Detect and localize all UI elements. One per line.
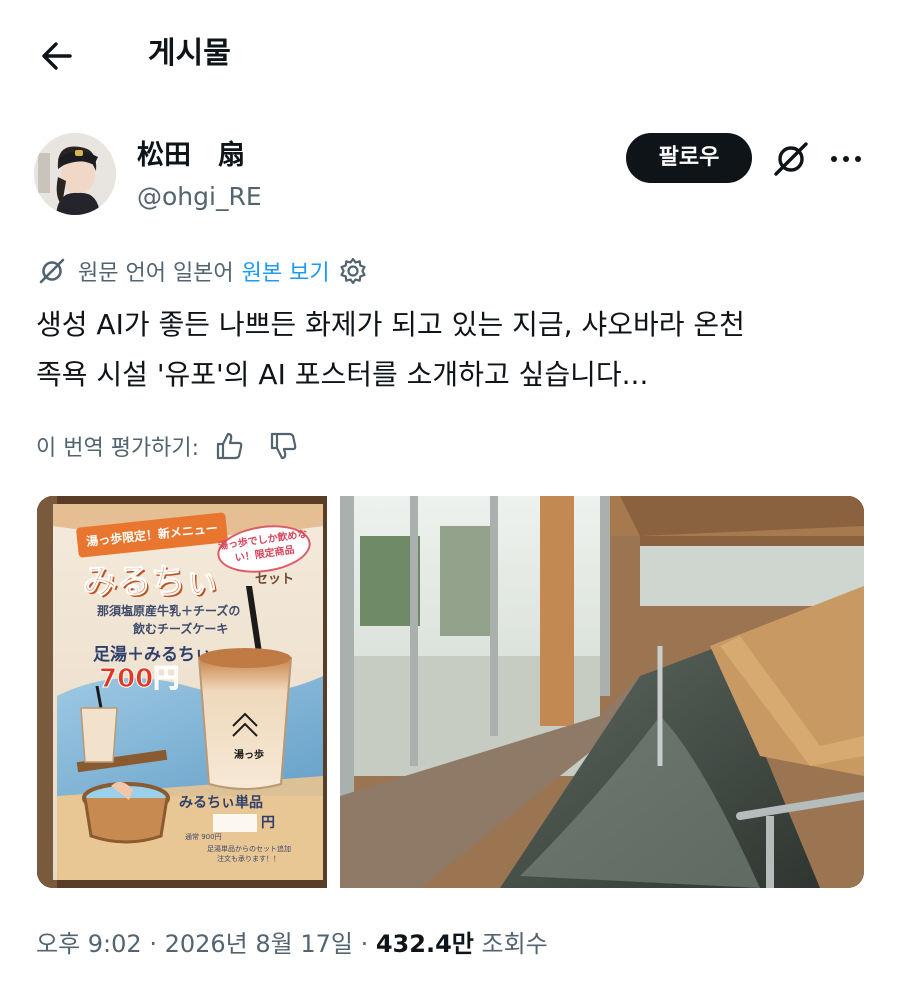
user-handle[interactable]: @ohgi_RE bbox=[137, 180, 262, 214]
tweet-time[interactable]: 오후 9:02 bbox=[36, 930, 142, 958]
tweet-image-foot-bath[interactable] bbox=[340, 496, 864, 888]
arrow-left-icon bbox=[42, 42, 72, 70]
translation-info: 원문 언어 일본어 원본 보기 bbox=[36, 252, 368, 290]
poster-title-suffix: セット bbox=[255, 572, 295, 587]
display-name[interactable]: 松田 扇 bbox=[137, 138, 245, 174]
more-horizontal-icon bbox=[831, 156, 861, 162]
drink-cup-icon bbox=[197, 586, 293, 790]
grok-icon bbox=[39, 258, 65, 284]
separator-dot: · bbox=[141, 930, 165, 958]
small-cup-icon bbox=[80, 686, 118, 763]
separator-dot: · bbox=[352, 930, 376, 958]
tweet-image-poster[interactable]: 湯っ歩限定！新メニュー 湯っ歩でしか飲めない！限定商品 みるちぃ セット 那須塩… bbox=[37, 496, 327, 888]
views-label: 조회수 bbox=[481, 930, 548, 958]
foot-bath-photo bbox=[340, 496, 864, 888]
poster-cup-logo: 湯っ歩 bbox=[234, 750, 264, 761]
tweet-meta: 오후 9:02 · 2026년 8월 17일 · 432.4만 조회수 bbox=[36, 924, 548, 964]
grok-button[interactable] bbox=[770, 138, 812, 180]
rate-translation: 이 번역 평가하기: bbox=[36, 426, 301, 466]
tweet-text-line: 족욕 시설 '유포'의 AI 포스터를 소개하고 싶습니다... bbox=[36, 358, 649, 391]
poster-note: 注文も承ります！！ bbox=[217, 855, 280, 863]
tweet-date[interactable]: 2026년 8월 17일 bbox=[165, 930, 353, 958]
gear-icon[interactable] bbox=[338, 256, 368, 286]
poster-single-price: 円 bbox=[261, 815, 275, 831]
price-sticker bbox=[213, 814, 257, 832]
page-title: 게시물 bbox=[148, 36, 231, 71]
tweet-text-line: 생성 AI가 좋든 나쁘든 화제가 되고 있는 지금, 샤오바라 온천 bbox=[36, 308, 745, 341]
avatar[interactable] bbox=[34, 133, 116, 215]
tweet-text: 생성 AI가 좋든 나쁘든 화제가 되고 있는 지금, 샤오바라 온천 족욕 시… bbox=[36, 300, 876, 400]
poster-note: 通常 900円 bbox=[185, 833, 222, 841]
rate-label: 이 번역 평가하기: bbox=[36, 436, 200, 461]
thumbs-up-icon[interactable] bbox=[213, 429, 247, 463]
wooden-tub-icon bbox=[82, 781, 170, 844]
thumbs-down-icon[interactable] bbox=[267, 429, 301, 463]
poster-single: みるちぃ単品 bbox=[179, 795, 263, 811]
views-count: 432.4만 bbox=[375, 930, 474, 958]
grok-icon bbox=[774, 142, 808, 176]
poster-note: 足湯単品からのセット追加 bbox=[207, 845, 291, 853]
follow-button[interactable]: 팔로우 bbox=[626, 133, 752, 183]
back-button[interactable] bbox=[36, 36, 76, 76]
view-original-link[interactable]: 원본 보기 bbox=[242, 255, 330, 287]
more-button[interactable] bbox=[826, 138, 866, 180]
translation-source-label: 원문 언어 일본어 bbox=[78, 261, 234, 286]
